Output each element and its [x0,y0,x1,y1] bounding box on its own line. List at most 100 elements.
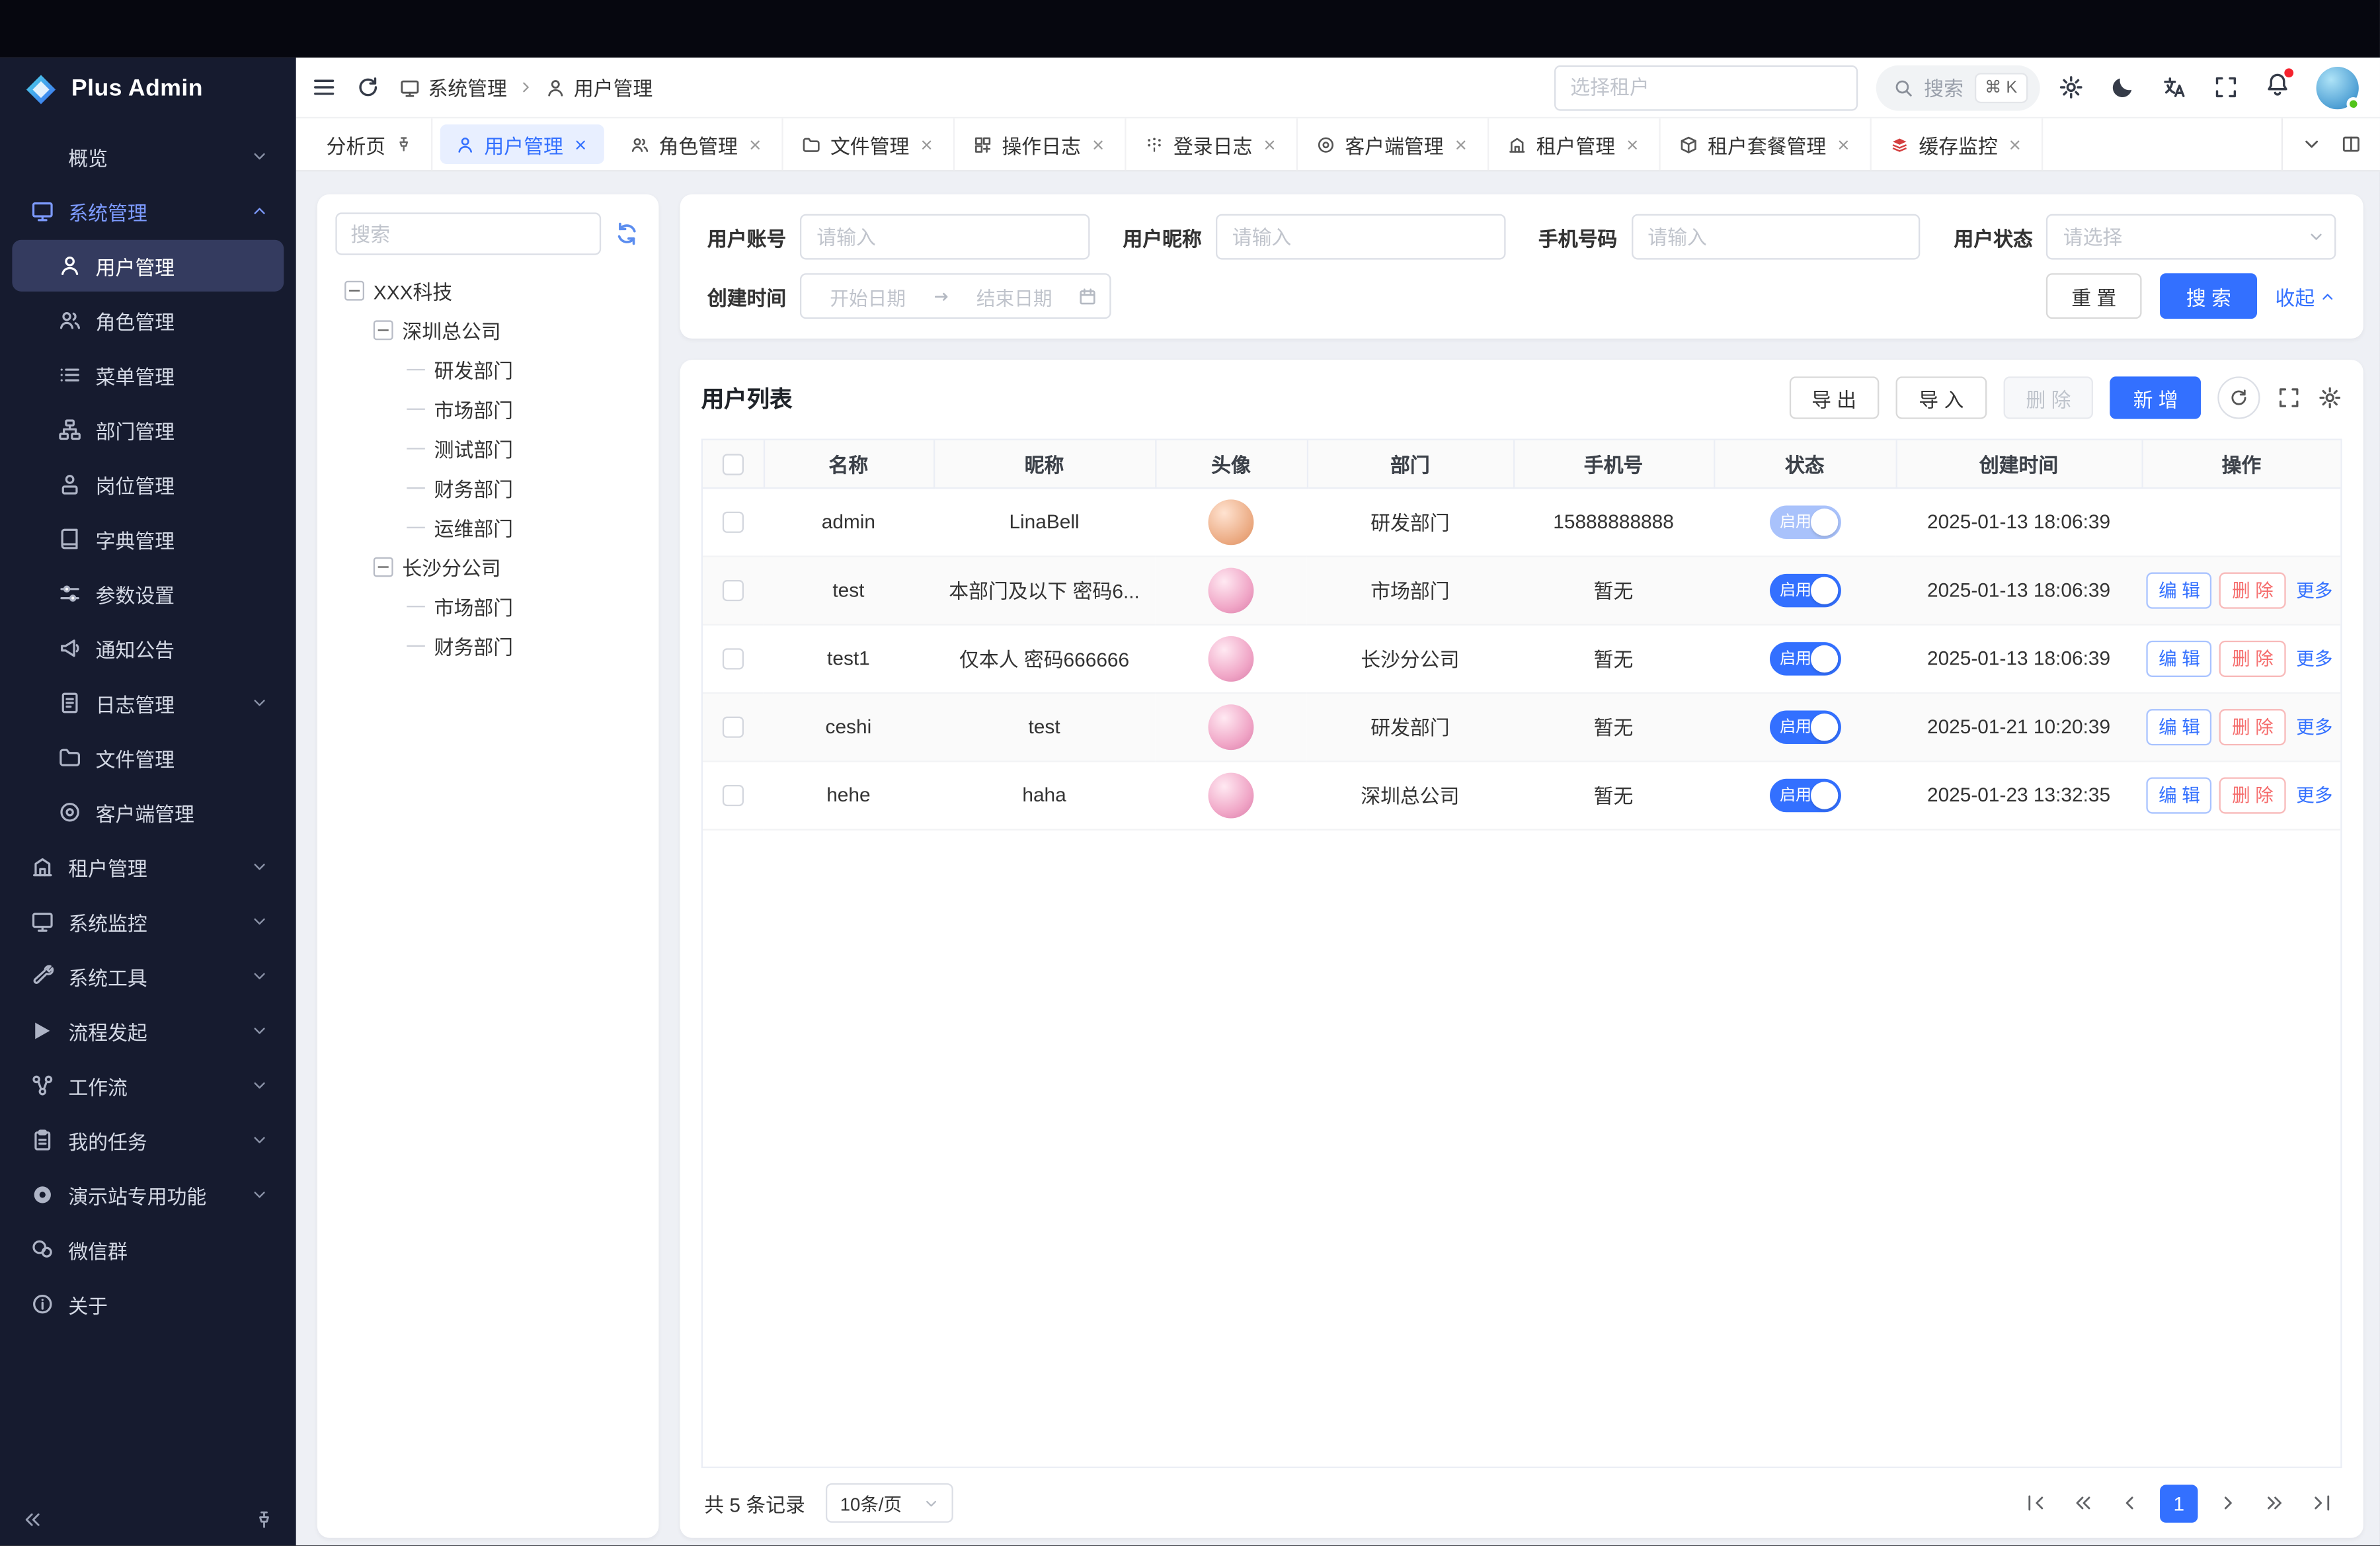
close-icon[interactable] [1624,136,1641,152]
sidebar-item-6[interactable]: 岗位管理 [12,458,284,510]
export-button[interactable]: 导 出 [1789,376,1880,419]
close-icon[interactable] [2007,136,2024,152]
del-row-button[interactable]: 删 除 [2220,708,2286,745]
status-toggle[interactable]: 启用 [1769,778,1841,812]
tab-9[interactable]: 缓存监控 [1872,118,2043,170]
select-all-checkbox[interactable] [722,454,743,475]
close-icon[interactable] [1835,136,1852,152]
sidebar-item-16[interactable]: 流程发起 [12,1005,284,1057]
sidebar-collapse-button[interactable] [21,1510,42,1531]
edit-row-button[interactable]: 编 辑 [2147,640,2213,676]
del-row-button[interactable]: 删 除 [2220,571,2286,608]
more-row-button[interactable]: 更多 [2293,708,2336,745]
del-row-button[interactable]: 删 除 [2220,640,2286,676]
close-icon[interactable] [918,136,935,152]
prev-page-button[interactable] [2113,1487,2147,1521]
del-row-button[interactable]: 删 除 [2220,776,2286,813]
collapse-filters-link[interactable]: 收起 [2276,282,2336,311]
prev-group-button[interactable] [2066,1487,2100,1521]
sidebar-item-11[interactable]: 文件管理 [12,732,284,784]
close-icon[interactable] [1452,136,1469,152]
page-size-select[interactable]: 10条/页 [826,1484,954,1524]
language-translate-icon[interactable] [2161,74,2187,100]
pin-icon[interactable] [395,135,413,153]
search-button[interactable]: 搜 索 [2161,273,2257,319]
status-toggle[interactable]: 启用 [1769,641,1841,675]
tree-node-7[interactable]: 长沙分公司 [335,547,640,587]
tree-search-input[interactable] [335,212,601,255]
tab-3[interactable]: 文件管理 [783,118,955,170]
sidebar-pin-button[interactable] [253,1510,274,1531]
sidebar-item-19[interactable]: 演示站专用功能 [12,1169,284,1221]
tree-refresh-icon[interactable] [614,220,641,247]
phone-input[interactable] [1631,214,1921,260]
tab-1[interactable]: 用户管理 [440,124,604,164]
tree-expander-icon[interactable] [344,280,364,300]
tab-4[interactable]: 操作日志 [955,118,1126,170]
last-page-button[interactable] [2305,1487,2339,1521]
row-checkbox[interactable] [723,649,744,670]
tree-node-2[interactable]: 研发部门 [335,349,640,389]
sidebar-item-12[interactable]: 客户端管理 [12,786,284,838]
close-icon[interactable] [1261,136,1278,152]
sidebar-item-18[interactable]: 我的任务 [12,1114,284,1166]
sidebar-item-8[interactable]: 参数设置 [12,568,284,620]
delete-button[interactable]: 删 除 [2003,376,2094,419]
table-fullscreen-icon[interactable] [2277,386,2301,410]
more-row-button[interactable]: 更多 [2293,776,2336,813]
sidebar-item-9[interactable]: 通知公告 [12,622,284,674]
edit-row-button[interactable]: 编 辑 [2147,708,2213,745]
tree-node-9[interactable]: 财务部门 [335,626,640,665]
status-toggle[interactable]: 启用 [1769,710,1841,743]
user-avatar[interactable] [2317,66,2359,108]
refresh-page-icon[interactable] [355,74,381,100]
more-row-button[interactable]: 更多 [2293,640,2336,676]
dark-mode-moon-icon[interactable] [2110,74,2135,100]
close-icon[interactable] [747,136,764,152]
next-page-button[interactable] [2211,1487,2245,1521]
tab-7[interactable]: 租户管理 [1489,118,1661,170]
account-input[interactable] [800,214,1090,260]
reset-button[interactable]: 重 置 [2045,273,2142,319]
tree-node-3[interactable]: 市场部门 [335,389,640,428]
row-checkbox[interactable] [723,717,744,738]
nickname-input[interactable] [1215,214,1505,260]
sidebar-item-20[interactable]: 微信群 [12,1223,284,1275]
tree-node-6[interactable]: 运维部门 [335,507,640,547]
breadcrumb-item-user[interactable]: 用户管理 [545,73,653,102]
tab-0[interactable]: 分析页 [308,118,432,170]
notification-bell[interactable] [2264,71,2290,104]
breadcrumb-item-system[interactable]: 系统管理 [399,73,507,102]
tree-node-5[interactable]: 财务部门 [335,468,640,507]
tenant-select-input[interactable] [1554,65,1857,110]
tab-8[interactable]: 租户套餐管理 [1661,118,1872,170]
next-group-button[interactable] [2258,1487,2292,1521]
tree-node-0[interactable]: XXX科技 [335,270,640,310]
hamburger-menu-icon[interactable] [311,74,337,100]
table-refresh-button[interactable] [2217,376,2260,419]
date-range-picker[interactable]: 开始日期 结束日期 [800,273,1111,319]
tree-expander-icon[interactable] [374,556,393,576]
page-1-button[interactable]: 1 [2160,1485,2198,1522]
tab-2[interactable]: 角色管理 [612,118,783,170]
status-select[interactable] [2046,214,2336,260]
close-icon[interactable] [1090,136,1107,152]
sidebar-item-21[interactable]: 关于 [12,1278,284,1330]
add-button[interactable]: 新 增 [2110,376,2201,419]
row-checkbox[interactable] [723,786,744,807]
close-icon[interactable] [573,136,589,152]
global-search[interactable]: 搜索 ⌘ K [1876,65,2040,110]
sidebar-item-15[interactable]: 系统工具 [12,950,284,1002]
sidebar-item-17[interactable]: 工作流 [12,1060,284,1112]
settings-gear-icon[interactable] [2058,74,2084,100]
status-toggle[interactable]: 启用 [1769,573,1841,607]
tree-expander-icon[interactable] [374,319,393,339]
edit-row-button[interactable]: 编 辑 [2147,776,2213,813]
tab-layout-icon[interactable] [2340,134,2361,155]
sidebar-item-0[interactable]: 概览 [12,130,284,182]
fullscreen-icon[interactable] [2213,74,2239,100]
row-checkbox[interactable] [723,512,744,533]
sidebar-item-13[interactable]: 租户管理 [12,841,284,893]
sidebar-item-14[interactable]: 系统监控 [12,896,284,948]
edit-row-button[interactable]: 编 辑 [2147,571,2213,608]
